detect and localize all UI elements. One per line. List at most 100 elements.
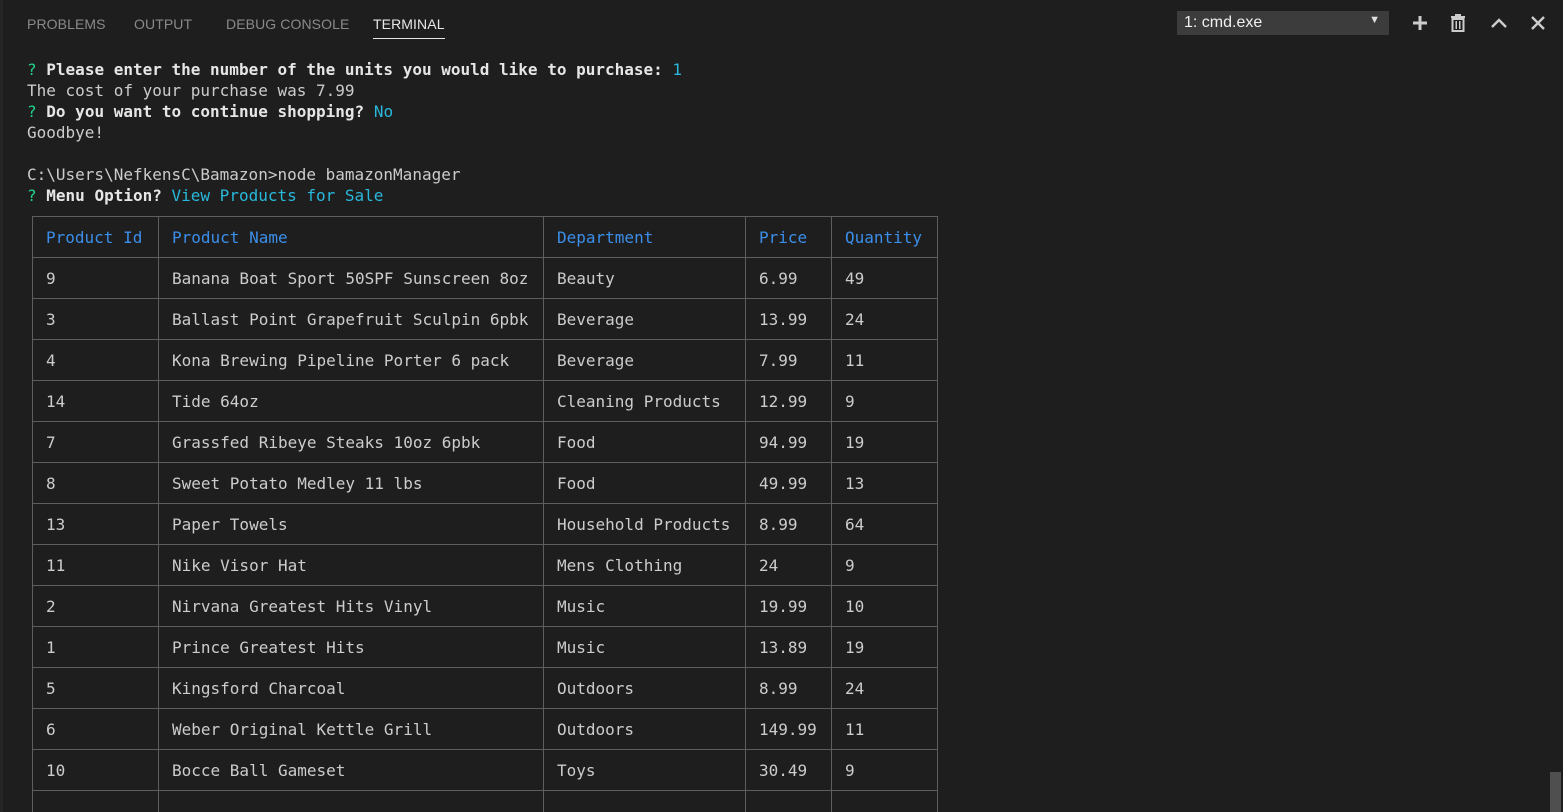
cell-department: Food xyxy=(543,462,746,504)
cell-quantity: 11 xyxy=(831,339,938,381)
terminal-line-menu-prompt: ? Menu Option? View Products for Sale xyxy=(27,185,1527,206)
command-line: C:\Users\NefkensC\Bamazon>node bamazonMa… xyxy=(27,165,461,184)
header-quantity: Quantity xyxy=(831,216,938,258)
cell-quantity: 11 xyxy=(831,708,938,750)
quantity-prompt: Please enter the number of the units you… xyxy=(46,60,663,79)
cell-product-name: Sweet Potato Medley 11 lbs xyxy=(158,462,544,504)
cell-price: 8.99 xyxy=(745,503,832,545)
cell-price xyxy=(745,790,832,812)
table-row: 5 Kingsford Charcoal Outdoors 8.99 24 xyxy=(32,667,938,709)
cell-quantity: 13 xyxy=(831,462,938,504)
cell-product-name: Prince Greatest Hits xyxy=(158,626,544,668)
table-row: 7 Grassfed Ribeye Steaks 10oz 6pbk Food 94.… xyxy=(32,421,938,463)
terminal-select-value: 1: cmd.exe xyxy=(1184,14,1263,31)
table-body: 9 Banana Boat Sport 50SPF Sunscreen 8oz Be… xyxy=(32,257,938,812)
cell-product-id: 2 xyxy=(32,585,159,627)
tab-debug-console[interactable]: DEBUG CONSOLE xyxy=(226,16,349,32)
cell-product-name: Banana Boat Sport 50SPF Sunscreen 8oz xyxy=(158,257,544,299)
tab-terminal[interactable]: TERMINAL xyxy=(373,16,445,39)
cell-department: Food xyxy=(543,421,746,463)
cell-quantity xyxy=(831,790,938,812)
cell-price: 7.99 xyxy=(745,339,832,381)
cell-product-name: Kingsford Charcoal xyxy=(158,667,544,709)
cell-price: 8.99 xyxy=(745,667,832,709)
cell-product-name: Kona Brewing Pipeline Porter 6 pack xyxy=(158,339,544,381)
cell-product-id xyxy=(32,790,159,812)
question-mark: ? xyxy=(27,60,37,79)
header-price: Price xyxy=(745,216,832,258)
cell-department: Outdoors xyxy=(543,708,746,750)
header-product-name: Product Name xyxy=(158,216,544,258)
continue-answer: No xyxy=(373,102,394,121)
header-department: Department xyxy=(543,216,746,258)
cell-product-name: Ballast Point Grapefruit Sculpin 6pbk xyxy=(158,298,544,340)
cell-product-name: Tide 64oz xyxy=(158,380,544,422)
panel-header: PROBLEMS OUTPUT DEBUG CONSOLE TERMINAL 1… xyxy=(0,0,1563,46)
question-mark: ? xyxy=(27,102,37,121)
table-row: 6 Weber Original Kettle Grill Outdoors 149.… xyxy=(32,708,938,750)
cell-product-name: Weber Original Kettle Grill xyxy=(158,708,544,750)
goodbye-line: Goodbye! xyxy=(27,123,105,142)
dropdown-arrow-icon: ▼ xyxy=(1369,14,1380,26)
cell-department: Outdoors xyxy=(543,667,746,709)
cell-product-id: 3 xyxy=(32,298,159,340)
cell-department: Music xyxy=(543,626,746,668)
window-left-edge xyxy=(0,0,3,812)
cell-price: 49.99 xyxy=(745,462,832,504)
terminal-output[interactable]: ? Please enter the number of the units y… xyxy=(27,59,1527,206)
scrollbar-thumb[interactable] xyxy=(1550,772,1561,812)
table-row: 11 Nike Visor Hat Mens Clothing 24 9 xyxy=(32,544,938,586)
cell-department: Mens Clothing xyxy=(543,544,746,586)
tab-problems[interactable]: PROBLEMS xyxy=(27,16,106,32)
header-product-id: Product Id xyxy=(32,216,159,258)
cell-price: 149.99 xyxy=(745,708,832,750)
cell-product-id: 5 xyxy=(32,667,159,709)
cell-price: 13.99 xyxy=(745,298,832,340)
cell-product-id: 13 xyxy=(32,503,159,545)
cell-product-id: 4 xyxy=(32,339,159,381)
cell-quantity: 19 xyxy=(831,626,938,668)
cell-quantity: 9 xyxy=(831,544,938,586)
table-row xyxy=(32,790,938,812)
cell-price: 24 xyxy=(745,544,832,586)
cell-quantity: 64 xyxy=(831,503,938,545)
cell-department: Household Products xyxy=(543,503,746,545)
cell-department xyxy=(543,790,746,812)
cell-product-name: Grassfed Ribeye Steaks 10oz 6pbk xyxy=(158,421,544,463)
terminal-line-quantity-prompt: ? Please enter the number of the units y… xyxy=(27,59,1527,80)
cell-product-id: 7 xyxy=(32,421,159,463)
tab-output[interactable]: OUTPUT xyxy=(134,16,192,32)
cell-product-id: 6 xyxy=(32,708,159,750)
table-row: 2 Nirvana Greatest Hits Vinyl Music 19.99 10 xyxy=(32,585,938,627)
chevron-up-icon[interactable] xyxy=(1488,12,1510,34)
cell-price: 13.89 xyxy=(745,626,832,668)
terminal-instance-select[interactable]: 1: cmd.exe ▼ xyxy=(1177,11,1389,35)
cell-product-id: 8 xyxy=(32,462,159,504)
cell-quantity: 24 xyxy=(831,298,938,340)
cell-department: Beverage xyxy=(543,298,746,340)
cost-line: The cost of your purchase was 7.99 xyxy=(27,81,355,100)
cell-price: 30.49 xyxy=(745,749,832,791)
cell-price: 19.99 xyxy=(745,585,832,627)
table-row: 14 Tide 64oz Cleaning Products 12.99 9 xyxy=(32,380,938,422)
table-row: 13 Paper Towels Household Products 8.99 64 xyxy=(32,503,938,545)
table-row: 4 Kona Brewing Pipeline Porter 6 pack Beve… xyxy=(32,339,938,381)
continue-prompt: Do you want to continue shopping? xyxy=(46,102,365,121)
cell-department: Beverage xyxy=(543,339,746,381)
cell-quantity: 9 xyxy=(831,380,938,422)
table-row: 1 Prince Greatest Hits Music 13.89 19 xyxy=(32,626,938,668)
cell-price: 6.99 xyxy=(745,257,832,299)
cell-quantity: 9 xyxy=(831,749,938,791)
cell-product-name: Nirvana Greatest Hits Vinyl xyxy=(158,585,544,627)
trash-icon[interactable] xyxy=(1447,12,1469,34)
cell-department: Toys xyxy=(543,749,746,791)
question-mark: ? xyxy=(27,186,37,205)
quantity-answer: 1 xyxy=(672,60,683,79)
plus-icon[interactable] xyxy=(1409,12,1431,34)
terminal-line-continue-prompt: ? Do you want to continue shopping? No xyxy=(27,101,1527,122)
cell-product-id: 11 xyxy=(32,544,159,586)
close-icon[interactable] xyxy=(1527,12,1549,34)
cell-product-id: 9 xyxy=(32,257,159,299)
cell-product-id: 10 xyxy=(32,749,159,791)
